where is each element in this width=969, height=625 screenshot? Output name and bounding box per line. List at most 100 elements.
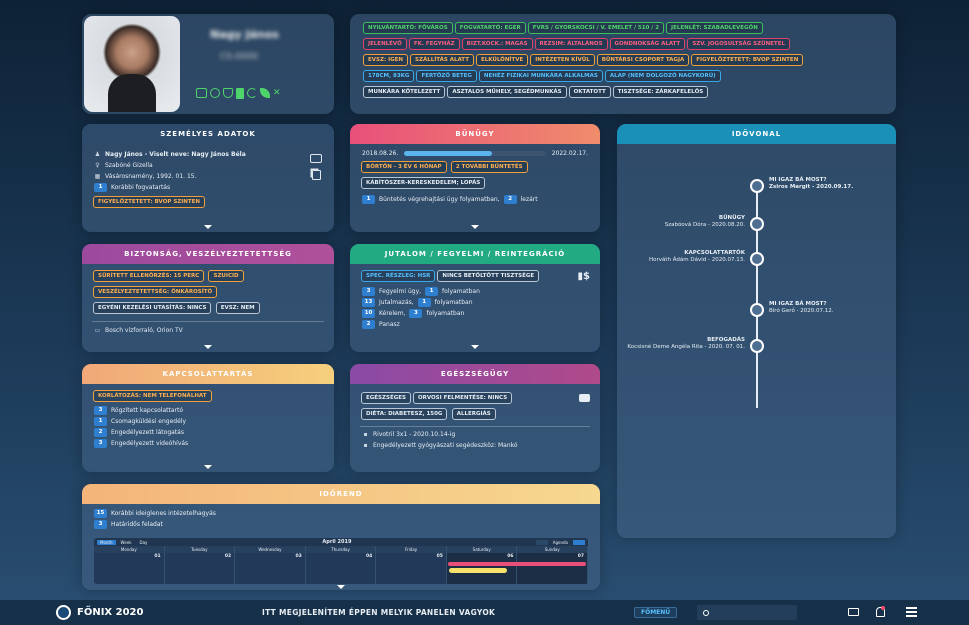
timeline-entry-sub: Szabóová Dóra - 2020.08.20. [664, 222, 745, 228]
search-input[interactable] [713, 609, 793, 616]
timeline-node[interactable] [750, 303, 764, 317]
count-badge: 1 [94, 183, 107, 192]
cal-event-red[interactable] [448, 562, 586, 566]
timeline-node[interactable] [750, 339, 764, 353]
expand-chevron[interactable] [471, 345, 479, 349]
cal-agenda-button[interactable]: Agenda [550, 540, 571, 545]
timeline-entry-sub: Horváth Ádám Dávid - 2020.07.13. [648, 257, 745, 263]
health-medication: Rivotril 3x1 - 2020.10.14-ig [373, 431, 456, 438]
id-card-icon[interactable] [196, 88, 207, 98]
cal-day-cell[interactable]: 07 [517, 553, 588, 584]
refresh-icon[interactable] [247, 88, 257, 98]
status-tag: JELENLÉT: SZABADLEVEGŐN [666, 22, 763, 34]
door-icon[interactable] [236, 88, 244, 99]
timeline-entry-sub: Bíró Gerő - 2020.07.12. [769, 308, 834, 314]
reward-panel: JUTALOM / FEGYELMI / REINTEGRÁCIÓ SPEC. … [350, 244, 600, 352]
timeline-node[interactable] [750, 252, 764, 266]
leaf-icon[interactable] [260, 88, 270, 98]
timeline-entry-title: KAPCSOLATTARTÓK [684, 250, 745, 256]
cal-day-cell[interactable]: 04 [305, 553, 377, 584]
status-tag: ALAP (NEM DOLGOZÓ NAGYKORÚ) [604, 70, 721, 82]
contact-label: Engedélyezett videóhívás [111, 440, 189, 447]
status-tag: INTÉZETEN KÍVÜL [530, 54, 595, 66]
money-icon: ▮$ [577, 270, 590, 282]
expand-chevron[interactable] [204, 225, 212, 229]
mail-icon[interactable] [848, 608, 859, 616]
tools-icon[interactable]: ✕ [273, 88, 283, 98]
cal-prev-button[interactable] [535, 539, 548, 545]
globe-icon[interactable] [210, 88, 220, 98]
reward-open-label: folyamatban [426, 310, 465, 317]
status-tags: NYILVÁNTARTÓ: FŐVÁROS FOGVATARTÓ: EGER FVR… [362, 20, 884, 100]
expand-chevron[interactable] [204, 465, 212, 469]
crime-end: 2022.02.17. [551, 150, 588, 157]
reward-open-label: folyamatban [442, 288, 480, 295]
copy-icon[interactable] [312, 170, 321, 180]
menu-icon[interactable] [906, 607, 917, 617]
cal-month-button[interactable]: Month [97, 539, 116, 545]
reward-row: 10 Kérelem, 3 folyamatban [350, 308, 600, 319]
expand-chevron[interactable] [471, 225, 479, 229]
main-menu-button[interactable]: FŐMENÜ [634, 607, 678, 618]
cal-day-button[interactable]: Day [137, 540, 151, 545]
expand-chevron[interactable] [337, 585, 345, 589]
cal-date: 06 [507, 554, 514, 559]
crime-tag-offense: KÁBÍTÓSZER-KERESKEDELEM; LOPÁS [361, 177, 486, 189]
personal-panel: SZEMÉLYES ADATOK ♟ Nagy János - Viselt ne… [82, 124, 334, 232]
timeline-node[interactable] [750, 179, 764, 193]
crime-tag-more: 2 TOVÁBBI BÜNTETÉS [450, 161, 528, 173]
cal-week-button[interactable]: Week [118, 540, 135, 545]
profile-panel: Nagy János CS-0000 ✕ [82, 14, 334, 114]
search-box[interactable] [697, 605, 797, 620]
timeline-entry[interactable]: BEFOGADÁS Kocsisné Deme Angéla Rita - 202… [627, 337, 745, 351]
cal-day-cell[interactable]: 03 [235, 553, 306, 584]
cal-event-yellow[interactable] [449, 568, 507, 573]
timeline-panel: IDŐVONAL MI IGAZ BÁ MOST? Zsiros Margit -… [617, 124, 896, 538]
status-tag: EVSZ: IGEN [363, 54, 408, 66]
phoenix-logo-icon[interactable] [56, 605, 71, 620]
timeline-node[interactable] [750, 217, 764, 231]
schedule-row: 15 Korábbi ideiglenes intézetelhagyás [82, 508, 600, 519]
reward-label: Fegyelmi ügy, [379, 288, 422, 295]
personal-tag: FIGYELŐZTETETT: BVOP SZINTEN [93, 196, 206, 208]
reward-row: 13 Jutalmazás, 1 folyamatban [350, 297, 600, 308]
timeline-entry-sub: Zsiros Margit - 2020.09.17. [769, 184, 854, 190]
security-title: BIZTONSÁG, VESZÉLYEZTETETTSÉG [82, 244, 334, 264]
security-tag-check: SŰRÍTETT ELLENŐRZÉS: 15 PERC [93, 270, 205, 282]
security-device: Bosch vízforraló, Orion TV [105, 327, 183, 334]
reward-tag-office: NINCS BETÖLTÖTT TISZTSÉGE [437, 270, 540, 282]
timeline-entry[interactable]: BŰNÜGY Szabóová Dóra - 2020.08.20. [627, 215, 745, 229]
crime-progress [404, 151, 546, 156]
personal-name: Nagy János - Viselt neve: Nagy János Bél… [105, 151, 246, 158]
timeline-entry[interactable]: KAPCSOLATTARTÓK Horváth Ádám Dávid - 2020… [627, 250, 745, 264]
female-icon: ♀ [95, 162, 100, 169]
cal-date: 07 [577, 554, 585, 559]
card-icon[interactable] [310, 154, 322, 163]
cal-day-cell[interactable]: 05 [376, 553, 447, 584]
shield-icon[interactable] [223, 88, 233, 98]
health-panel: EGÉSZSÉGÜGY EGÉSZSÉGES ORVOSI FELMENTÉSE… [350, 364, 600, 472]
camera-icon[interactable] [579, 394, 590, 402]
timeline-entry[interactable]: MI IGAZ BÁ MOST? Bíró Gerő - 2020.07.12. [769, 301, 887, 315]
health-title: EGÉSZSÉGÜGY [350, 364, 600, 384]
expand-chevron[interactable] [204, 345, 212, 349]
timeline-entry-title: MI IGAZ BÁ MOST? [769, 177, 827, 183]
brand-name[interactable]: FŐNIX 2020 [77, 607, 143, 618]
status-tag: FERTŐZŐ BETEG [416, 70, 477, 82]
reward-row: 2 Panasz [350, 319, 600, 330]
contact-count: 1 [94, 417, 107, 426]
timeline-entry[interactable]: MI IGAZ BÁ MOST? Zsiros Margit - 2020.09.… [769, 177, 887, 191]
cal-next-button[interactable] [573, 539, 585, 545]
cal-day-header: Monday [94, 546, 165, 553]
schedule-row: 3 Határidős feladat [82, 519, 600, 530]
cal-day-cell[interactable]: 01 [94, 553, 165, 584]
status-tag: SZV. JOGOSULTSÁG SZÜNETEL [687, 38, 790, 50]
contact-label: Rögzített kapcsolattartó [111, 407, 184, 414]
search-icon [703, 609, 709, 616]
status-tag: 178CM, 83KG [363, 70, 415, 82]
schedule-count: 3 [94, 520, 107, 529]
cal-day-cell[interactable]: 02 [164, 553, 236, 584]
reward-label: Jutalmazás, [379, 299, 414, 306]
contact-row: 2 Engedélyezett látogatás [82, 427, 334, 438]
status-tag: BIZT.KOCK.: MAGAS [461, 38, 533, 50]
